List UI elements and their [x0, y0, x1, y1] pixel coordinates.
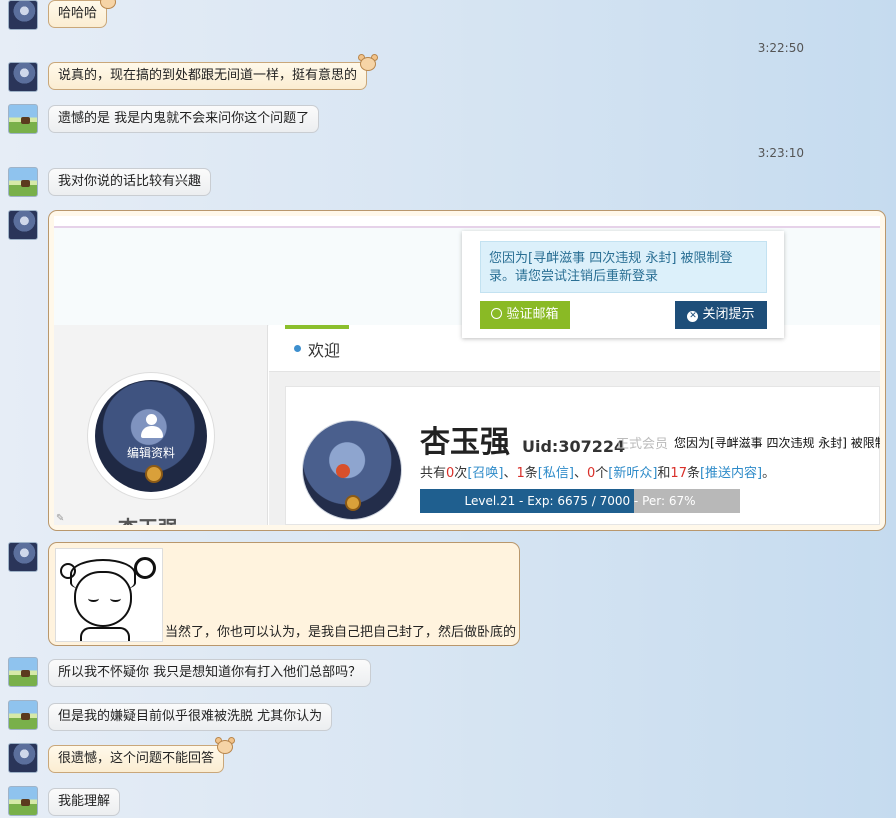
avatar[interactable] — [8, 210, 38, 240]
avatar[interactable] — [8, 786, 38, 816]
message-bubble: 我能理解 — [48, 788, 121, 816]
bullet-icon — [294, 345, 301, 352]
timestamp: 3:22:50 — [757, 41, 804, 55]
tab-accent — [285, 325, 349, 329]
stats-and: 和 — [657, 466, 671, 481]
sticker-image — [55, 548, 163, 642]
message-bubble: 当然了，你也可以认为，是我自己把自己封了，然后做卧底的 — [48, 542, 520, 646]
stats-unit: 条 — [686, 466, 700, 481]
profile-name: 杏玉强 — [54, 512, 242, 525]
profile-sidebar: 编辑资料 杏玉强 正式会员 ✓签到 ✎ — [54, 325, 268, 525]
user-name: 杏玉强 — [420, 425, 510, 460]
stats-separator: 、 — [503, 466, 517, 481]
close-tip-label: 关闭提示 — [702, 307, 755, 322]
message-text: 我能理解 — [58, 794, 111, 809]
close-tip-button[interactable]: ✕ 关闭提示 — [675, 301, 767, 329]
close-circle-icon: ✕ — [687, 311, 699, 322]
user-uid: Uid:307224 — [522, 437, 626, 456]
bear-sticker-icon — [215, 737, 236, 755]
message-text: 哈哈哈 — [58, 6, 98, 21]
profile-main: 欢迎 杏玉强 Uid:307224 正式会员 您因为[寻衅滋事 四次违规 永封]… — [269, 325, 880, 525]
user-stats: 共有0次[召唤]、1条[私信]、0个[新听众]和17条[推送内容]。 — [420, 462, 775, 481]
listener-link[interactable]: [新听众] — [608, 466, 657, 481]
avatar[interactable] — [8, 657, 38, 687]
stats-unit: 条 — [524, 466, 538, 481]
bear-sticker-icon — [98, 0, 118, 10]
verify-email-label: 验证邮箱 — [506, 307, 559, 322]
message-bubble: 很遗憾，这个问题不能回答 — [48, 737, 236, 773]
profile-avatar-frame[interactable]: 编辑资料 — [87, 372, 215, 500]
summon-link[interactable]: [召唤] — [467, 466, 503, 481]
avatar[interactable] — [8, 167, 38, 197]
avatar[interactable] — [8, 743, 38, 773]
pencil-icon[interactable]: ✎ — [56, 513, 64, 524]
message-text: 所以我不怀疑你 我只是想知道你有打入他们总部吗？ — [58, 665, 362, 680]
login-restricted-popup: 您因为[寻衅滋事 四次违规 永封] 被限制登录。请您尝试注销后重新登录 验证邮箱… — [462, 231, 784, 338]
message-text: 但是我的嫌疑目前似乎很难被洗脱 尤其你认为 — [58, 709, 323, 724]
avatar[interactable] — [8, 62, 38, 92]
avatar[interactable] — [8, 700, 38, 730]
avatar[interactable] — [8, 542, 38, 572]
edit-profile-label[interactable]: 编辑资料 — [95, 444, 207, 461]
user-avatar-large — [302, 420, 402, 520]
profile-card-screenshot: 编辑资料 杏玉强 正式会员 ✓签到 ✎ 欢迎 杏玉强 Uid:307224 正式… — [54, 216, 880, 525]
push-link[interactable]: [推送内容] — [700, 466, 762, 481]
level-progress-bar: Level.21 - Exp: 6675 / 7000 - Per: 67% — [420, 489, 740, 513]
member-badge: 正式会员 — [616, 437, 669, 452]
stats-separator: 、 — [573, 466, 587, 481]
message-text: 遗憾的是 我是内鬼就不会来问你这个问题了 — [58, 111, 310, 126]
tab-welcome[interactable]: 欢迎 — [308, 337, 340, 361]
push-count: 17 — [670, 466, 687, 481]
timestamp: 3:23:10 — [757, 146, 804, 160]
image-message-bubble: 编辑资料 杏玉强 正式会员 ✓签到 ✎ 欢迎 杏玉强 Uid:307224 正式… — [48, 210, 886, 531]
pm-link[interactable]: [私信] — [538, 466, 574, 481]
listener-count: 0 — [586, 466, 596, 481]
message-bubble: 但是我的嫌疑目前似乎很难被洗脱 尤其你认为 — [48, 703, 333, 731]
user-info-panel: 杏玉强 Uid:307224 正式会员 您因为[寻衅滋事 四次违规 永封] 被限… — [285, 386, 880, 525]
user-icon — [141, 414, 163, 438]
message-text: 我对你说的话比较有兴趣 — [58, 174, 202, 189]
message-bubble: 哈哈哈 — [48, 0, 117, 28]
stats-end: 。 — [762, 466, 776, 481]
message-bubble: 所以我不怀疑你 我只是想知道你有打入他们总部吗？ — [48, 659, 372, 687]
verify-email-button[interactable]: 验证邮箱 — [480, 301, 570, 329]
ban-notice: 您因为[寻衅滋事 四次违规 永封] 被限制 — [674, 436, 880, 450]
bear-sticker-icon — [358, 54, 379, 72]
message-text: 当然了，你也可以认为，是我自己把自己封了，然后做卧底的 — [165, 625, 517, 640]
stats-unit: 个 — [595, 466, 609, 481]
message-bubble: 我对你说的话比较有兴趣 — [48, 168, 212, 196]
profile-avatar: 编辑资料 — [95, 380, 207, 492]
avatar[interactable] — [8, 0, 38, 30]
popup-message: 您因为[寻衅滋事 四次违规 永封] 被限制登录。请您尝试注销后重新登录 — [480, 241, 767, 293]
pm-count: 1 — [516, 466, 525, 481]
message-text: 很遗憾，这个问题不能回答 — [58, 751, 215, 766]
stats-prefix: 共有 — [420, 466, 447, 481]
message-bubble: 说真的，现在搞的到处都跟无间道一样，挺有意思的 — [48, 54, 379, 90]
avatar[interactable] — [8, 104, 38, 134]
mail-icon — [491, 308, 503, 319]
level-text: Level.21 - Exp: 6675 / 7000 - Per: 67% — [464, 494, 696, 508]
message-bubble: 遗憾的是 我是内鬼就不会来问你这个问题了 — [48, 105, 320, 133]
message-text: 说真的，现在搞的到处都跟无间道一样，挺有意思的 — [58, 68, 358, 83]
stats-unit: 次 — [454, 466, 468, 481]
